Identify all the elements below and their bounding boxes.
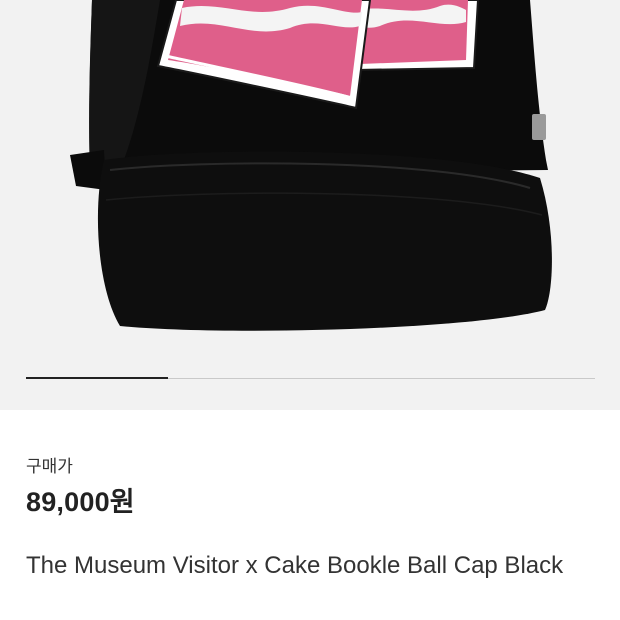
- carousel-indicator-active: [26, 377, 169, 379]
- product-info: 구매가 89,000원 The Museum Visitor x Cake Bo…: [0, 410, 620, 620]
- price-label: 구매가: [26, 457, 73, 476]
- side-tag: [532, 114, 546, 140]
- product-image-area[interactable]: [0, 0, 620, 410]
- product-name[interactable]: The Museum Visitor x Cake Bookle Ball Ca…: [26, 550, 586, 581]
- carousel-indicator[interactable]: [26, 377, 595, 379]
- baseball-cap-image: [70, 0, 552, 331]
- price-value: 89,000원: [26, 487, 135, 517]
